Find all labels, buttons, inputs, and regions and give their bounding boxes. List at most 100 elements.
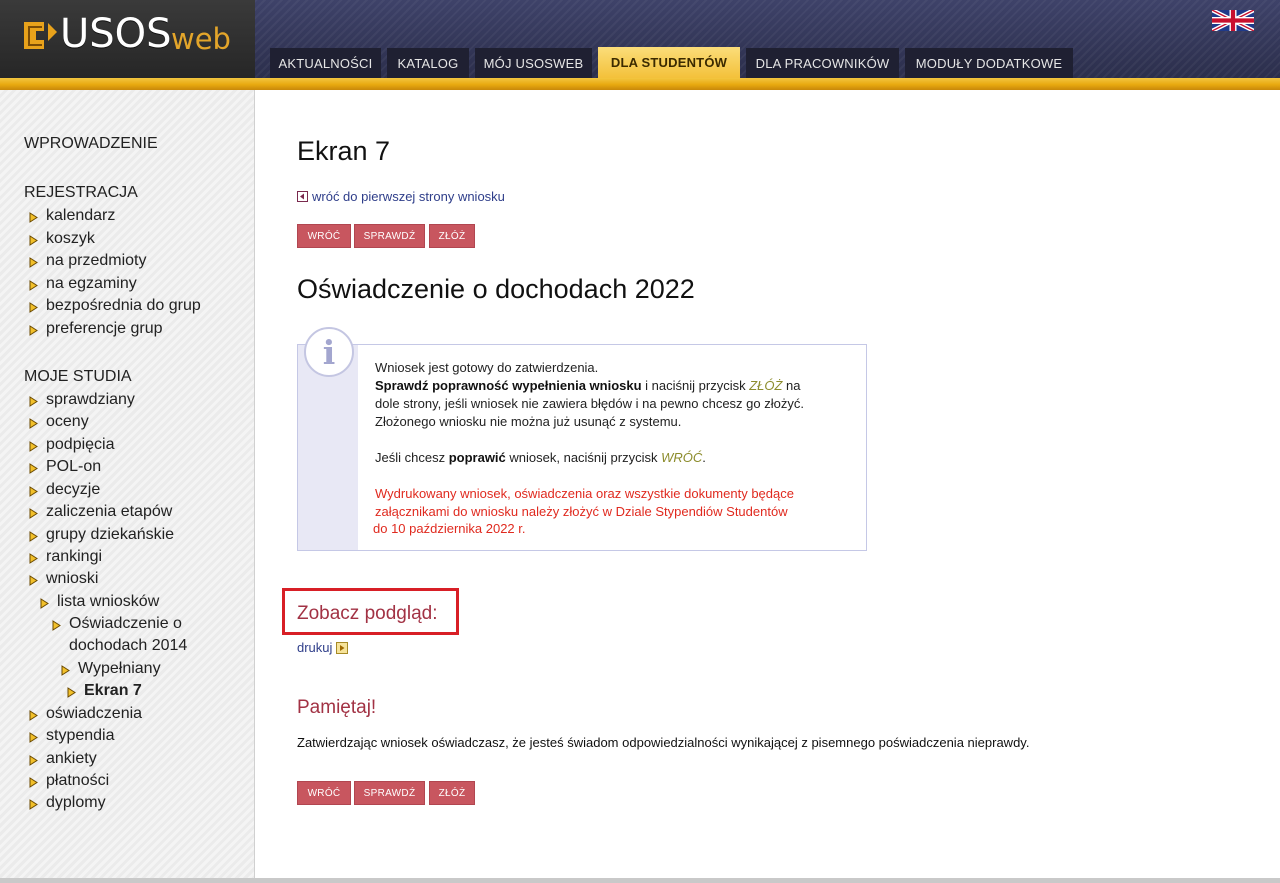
sidebar-item-wnioski[interactable]: wnioski [29,569,98,591]
sidebar-item-label: POL-on [46,458,102,475]
back-to-first-page-link[interactable]: wróć do pierwszej strony wniosku [297,189,505,204]
sidebar-item-label: oceny [46,413,89,430]
info-line-5-start: Jeśli chcesz [375,450,449,465]
sidebar-item-oswiadczenia[interactable]: oświadczenia [29,704,142,726]
tab-katalog[interactable]: KATALOG [387,48,469,78]
yellow-arrow-bullet-icon [29,796,38,811]
yellow-arrow-bullet-icon [29,572,38,587]
sidebar-item-pol-on[interactable]: POL-on [29,457,101,479]
sidebar-item-label: wnioski [46,570,99,587]
yellow-arrow-bullet-icon [29,254,38,269]
info-line-2-end: na [782,378,801,393]
sidebar-item-label: na przedmioty [46,252,147,269]
info-red-line-1: Wydrukowany wniosek, oświadczenia oraz w… [375,486,794,501]
sidebar-item-label: stypendia [46,727,115,744]
logo-main-text[interactable]: USOS [60,14,172,54]
submit-button-bottom[interactable]: ZŁÓŻ [429,781,475,805]
yellow-arrow-bullet-icon [29,505,38,520]
back-button-top[interactable]: WRÓĆ [297,224,351,248]
yellow-arrow-bullet-icon [29,415,38,430]
sidebar-item-na-egzaminy[interactable]: na egzaminy [29,274,137,296]
sidebar-item-label: płatności [46,772,110,789]
form-title: Oświadczenie o dochodach 2022 [297,274,695,304]
sidebar-item-label: Ekran 7 [84,682,142,699]
sidebar-item-kalendarz[interactable]: kalendarz [29,206,115,228]
header-accent-bar [0,78,1280,90]
sidebar-item-oceny[interactable]: oceny [29,412,89,434]
sidebar-item-preferencje-grup[interactable]: preferencje grup [29,319,163,341]
sidebar-item-platnosci[interactable]: płatności [29,771,109,793]
back-button-bottom[interactable]: WRÓĆ [297,781,351,805]
sidebar-item-label: dyplomy [46,794,106,811]
sidebar-item-dyplomy[interactable]: dyplomy [29,793,106,815]
sidebar-item-bezposrednia-do-grup[interactable]: bezpośrednia do grup [29,296,201,318]
preview-heading: Zobacz podgląd: [297,603,438,624]
uk-flag-icon[interactable] [1212,10,1254,31]
logo-sub-text[interactable]: web [171,25,231,54]
sidebar-item-label: preferencje grup [46,320,163,337]
tab-aktualnosci[interactable]: AKTUALNOŚCI [270,48,381,78]
usos-logo-icon[interactable] [24,19,58,53]
tab-dla-pracownikow[interactable]: DLA PRACOWNIKÓW [746,48,899,78]
submit-button-top[interactable]: ZŁÓŻ [429,224,475,248]
sidebar-section-registration[interactable]: REJESTRACJA [24,184,138,202]
yellow-arrow-bullet-icon [29,438,38,453]
sidebar-item-koszyk[interactable]: koszyk [29,229,95,251]
info-line-5-mid: wniosek, naciśnij przycisk [505,450,662,465]
info-line-2: Sprawdź poprawność wypełnienia wniosku i… [375,378,801,393]
sidebar-item-oswiadczenie-2014-line2[interactable]: dochodach 2014 [69,636,187,658]
info-line-1: Wniosek jest gotowy do zatwierdzenia. [375,360,599,375]
sidebar-item-decyzje[interactable]: decyzje [29,480,100,502]
page-title: Ekran 7 [297,136,391,166]
sidebar-item-oswiadczenie-2014[interactable]: Oświadczenie o [52,614,182,636]
sidebar-item-label: sprawdziany [46,391,135,408]
sidebar-item-zaliczenia-etapow[interactable]: zaliczenia etapów [29,502,172,524]
header: USOS web AKTUALNOŚCI KATALOG MÓJ USOSWEB… [0,0,1280,90]
yellow-arrow-bullet-icon [40,595,49,610]
sidebar-section-my-studies[interactable]: MOJE STUDIA [24,368,132,386]
sidebar-item-na-przedmioty[interactable]: na przedmioty [29,251,147,273]
sidebar-item-ekran-7[interactable]: Ekran 7 [67,681,142,703]
yellow-arrow-bullet-icon [29,528,38,543]
yellow-arrow-bullet-icon [29,277,38,292]
print-link[interactable]: drukuj [297,640,349,655]
sidebar-item-wypelniany[interactable]: Wypełniany [61,659,161,681]
yellow-arrow-bullet-icon [29,774,38,789]
sidebar-item-label: podpięcia [46,436,115,453]
info-red-line-2: załącznikami do wniosku należy złożyć w … [375,504,788,519]
info-icon: i [304,327,354,377]
sidebar-intro-link[interactable]: WPROWADZENIE [24,135,158,153]
yellow-arrow-bullet-icon [29,483,38,498]
yellow-arrow-bullet-icon [67,684,76,699]
info-line-5: Jeśli chcesz poprawić wniosek, naciśnij … [375,450,706,465]
arrow-right-box-icon [336,642,349,654]
yellow-arrow-bullet-icon [61,662,70,677]
sidebar-item-label: zaliczenia etapów [46,503,173,520]
sidebar-item-podpiecia[interactable]: podpięcia [29,435,115,457]
back-link-label: wróć do pierwszej strony wniosku [312,189,505,204]
sidebar-item-stypendia[interactable]: stypendia [29,726,115,748]
tab-moj-usosweb[interactable]: MÓJ USOSWEB [475,48,592,78]
check-button-top[interactable]: SPRAWDŹ [354,224,425,248]
sidebar-item-label: Wypełniany [78,660,161,677]
yellow-arrow-bullet-icon [52,617,61,632]
sidebar-item-grupy-dziekanskie[interactable]: grupy dziekańskie [29,525,174,547]
info-line-2-button-name: ZŁÓŻ [749,378,783,393]
sidebar-item-label: ankiety [46,750,97,767]
sidebar-item-rankingi[interactable]: rankingi [29,547,102,569]
info-red-line-3: do 10 października 2022 r. [373,521,526,536]
tab-dla-studentow[interactable]: DLA STUDENTÓW [598,47,740,78]
yellow-arrow-bullet-icon [29,209,38,224]
check-button-bottom[interactable]: SPRAWDŹ [354,781,425,805]
yellow-arrow-bullet-icon [29,460,38,475]
sidebar-item-ankiety[interactable]: ankiety [29,749,97,771]
tab-moduly-dodatkowe[interactable]: MODUŁY DODATKOWE [905,48,1073,78]
info-line-2-bold: Sprawdź poprawność wypełnienia wniosku [375,378,642,393]
yellow-arrow-bullet-icon [29,232,38,247]
info-line-4: Złożonego wniosku nie można już usunąć z… [375,414,682,429]
yellow-arrow-bullet-icon [29,393,38,408]
info-line-3: dole strony, jeśli wniosek nie zawiera b… [375,396,804,411]
sidebar-item-sprawdziany[interactable]: sprawdziany [29,390,135,412]
sidebar-item-lista-wnioskow[interactable]: lista wniosków [40,592,159,614]
info-box [297,344,867,551]
